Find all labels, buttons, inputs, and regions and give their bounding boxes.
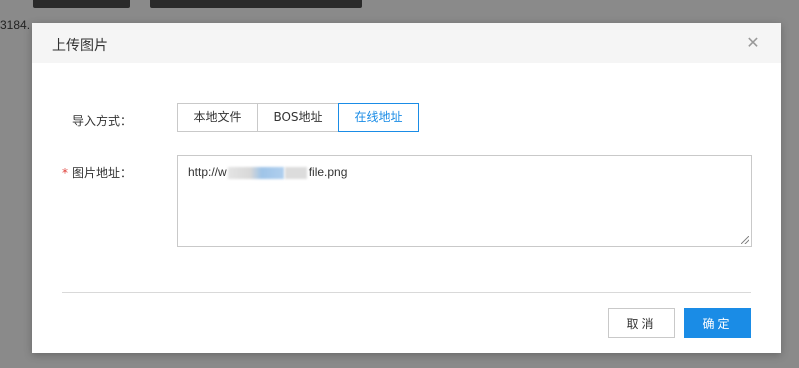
tab-online-address[interactable]: 在线地址 <box>338 103 419 132</box>
required-mark: * <box>62 166 68 180</box>
confirm-button[interactable]: 确定 <box>684 308 751 338</box>
import-method-label: 导入方式： <box>72 114 133 128</box>
upload-image-dialog: 上传图片 ✕ 导入方式： 本地文件 BOS地址 在线地址 * 图片地址： http… <box>32 23 781 353</box>
footer-divider <box>62 292 751 293</box>
import-method-segmented-control: 本地文件 BOS地址 在线地址 <box>177 103 419 132</box>
redacted-segment <box>284 166 307 179</box>
image-url-label: 图片地址： <box>72 166 133 180</box>
dialog-title: 上传图片 <box>52 38 108 54</box>
image-url-label-wrapper: * 图片地址： <box>62 164 132 181</box>
cancel-button[interactable]: 取消 <box>608 308 675 338</box>
dialog-header: 上传图片 ✕ <box>32 23 781 63</box>
tab-bos-address[interactable]: BOS地址 <box>257 103 339 132</box>
resize-handle-icon[interactable] <box>741 236 749 244</box>
image-url-textarea[interactable]: http://w file.png <box>177 155 752 247</box>
image-url-suffix: file.png <box>308 165 348 179</box>
tab-local-file[interactable]: 本地文件 <box>177 103 258 132</box>
redacted-segment <box>227 166 284 179</box>
background-thumbnail <box>150 0 362 8</box>
background-text: 3184. <box>0 18 31 32</box>
background-thumbnail <box>33 0 130 8</box>
close-icon[interactable]: ✕ <box>745 35 761 51</box>
image-url-value: http://w file.png <box>188 165 347 179</box>
image-url-prefix: http://w <box>188 165 227 179</box>
